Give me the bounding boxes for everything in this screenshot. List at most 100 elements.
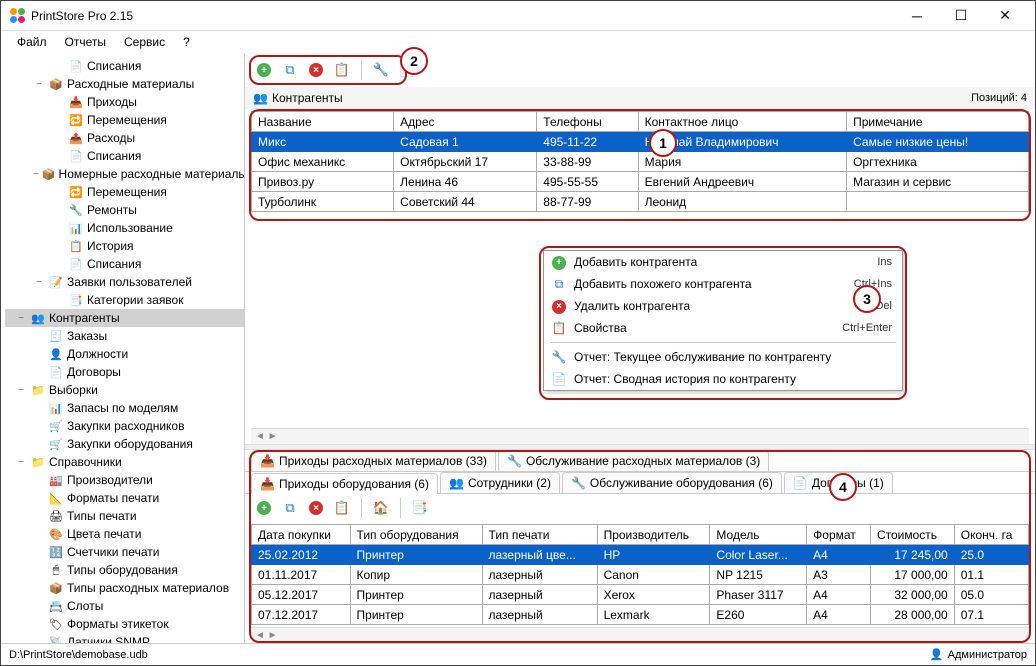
table-row[interactable]: Офис механиксОктябрьский 1733-88-99Мария… xyxy=(252,152,1029,172)
menu-item[interactable]: 📋СвойстваCtrl+Enter xyxy=(544,317,902,339)
menu-item[interactable]: +Добавить контрагентаIns xyxy=(544,251,902,273)
detail-home-button[interactable]: 🏠 xyxy=(370,497,392,519)
table-row[interactable]: 07.12.2017ПринтерлазерныйLexmarkE260A428… xyxy=(252,605,1029,625)
col-header[interactable]: Телефоны xyxy=(537,112,638,132)
tree-item[interactable]: −📁Справочники xyxy=(5,453,244,471)
copy-button[interactable]: ⧉ xyxy=(279,59,301,81)
hscroll-lower[interactable]: ◄ ► xyxy=(251,627,1029,643)
detail-grid[interactable]: Дата покупкиТип оборудованияТип печатиПр… xyxy=(251,524,1029,625)
delete-button[interactable]: × xyxy=(305,59,327,81)
report-service-button[interactable]: 🔧 xyxy=(370,59,392,81)
app-logo-icon xyxy=(9,8,25,24)
tree-item[interactable]: 📑Категории заявок xyxy=(5,291,244,309)
tree-item[interactable]: 🛒Закупки оборудования xyxy=(5,435,244,453)
hscroll-upper[interactable]: ◄ ► xyxy=(251,428,1029,444)
tree-item[interactable]: 🔧Ремонты xyxy=(5,201,244,219)
col-header[interactable]: Дата покупки xyxy=(252,525,351,545)
col-header[interactable]: Оконч. га xyxy=(954,525,1028,545)
tree-item[interactable]: 🔁Перемещения xyxy=(5,111,244,129)
tree-item[interactable]: 📄Списания xyxy=(5,57,244,75)
main-toolbar: + ⧉ × 📋 🔧 📄 xyxy=(245,53,1035,87)
table-row[interactable]: 25.02.2012Принтерлазерный цве...HPColor … xyxy=(252,545,1029,565)
detail-filter-button[interactable]: 📑 xyxy=(409,497,431,519)
close-button[interactable]: ✕ xyxy=(983,2,1027,30)
callout-2: 2 xyxy=(400,47,428,75)
window-title: PrintStore Pro 2.15 xyxy=(31,9,133,23)
menu-item[interactable]: 📄Отчет: Сводная история по контрагенту xyxy=(544,368,902,390)
tree-item[interactable]: 📄Договоры xyxy=(5,363,244,381)
properties-button[interactable]: 📋 xyxy=(331,59,353,81)
contractors-grid[interactable]: НазваниеАдресТелефоныКонтактное лицоПрим… xyxy=(251,111,1029,212)
user-icon: 👤 xyxy=(930,648,944,661)
col-header[interactable]: Тип печати xyxy=(482,525,597,545)
tree-item[interactable]: 📥Приходы xyxy=(5,93,244,111)
tree-item[interactable]: 📄Списания xyxy=(5,147,244,165)
col-header[interactable]: Название xyxy=(252,112,394,132)
tree-item[interactable]: −📁Выборки xyxy=(5,381,244,399)
menu-service[interactable]: Сервис xyxy=(116,33,173,51)
tree-item[interactable]: 👤Должности xyxy=(5,345,244,363)
detail-toolbar: + ⧉ × 📋 🏠 📑 xyxy=(245,494,1035,522)
minimize-button[interactable]: ─ xyxy=(895,2,939,30)
tree-item[interactable]: 🖨Типы печати xyxy=(5,507,244,525)
table-row[interactable]: 01.11.2017КопирлазерныйCanonNP 1215A317 … xyxy=(252,565,1029,585)
tree-item[interactable]: 🧾Заказы xyxy=(5,327,244,345)
tree-item[interactable]: 📋История xyxy=(5,237,244,255)
table-row[interactable]: 05.12.2017ПринтерлазерныйXeroxPhaser 311… xyxy=(252,585,1029,605)
table-row[interactable]: МиксСадовая 1495-11-22Николай Владимиров… xyxy=(252,132,1029,152)
menu-item[interactable]: 🔧Отчет: Текущее обслуживание по контраге… xyxy=(544,346,902,368)
tree-item[interactable]: 📐Форматы печати xyxy=(5,489,244,507)
tab[interactable]: 👥Сотрудники (2) xyxy=(440,472,560,493)
col-header[interactable]: Производитель xyxy=(597,525,710,545)
tree-item[interactable]: 📦Типы расходных материалов xyxy=(5,579,244,597)
menu-file[interactable]: Файл xyxy=(9,33,55,51)
nav-tree[interactable]: 📄Списания−📦Расходные материалы📥Приходы🔁П… xyxy=(1,53,245,643)
tree-item[interactable]: 📊Использование xyxy=(5,219,244,237)
tree-item[interactable]: 🛒Закупки расходников xyxy=(5,417,244,435)
col-header[interactable]: Примечание xyxy=(847,112,1029,132)
tab[interactable]: 🔧Обслуживание расходных материалов (3) xyxy=(498,450,769,471)
tree-item[interactable]: 🏷Форматы этикеток xyxy=(5,615,244,633)
tree-item[interactable]: −📦Номерные расходные материалы xyxy=(5,165,244,183)
add-button[interactable]: + xyxy=(253,59,275,81)
tree-item[interactable]: 📇Слоты xyxy=(5,597,244,615)
tree-item[interactable]: 📡Датчики SNMP xyxy=(5,633,244,643)
detail-delete-button[interactable]: × xyxy=(305,497,327,519)
col-header[interactable]: Модель xyxy=(710,525,807,545)
tree-item[interactable]: −👥Контрагенты xyxy=(5,309,244,327)
tree-item[interactable]: 🖱Типы оборудования xyxy=(5,561,244,579)
table-header-row: НазваниеАдресТелефоныКонтактное лицоПрим… xyxy=(252,112,1029,132)
tree-item[interactable]: −📝Заявки пользователей xyxy=(5,273,244,291)
table-row[interactable]: ТурболинкСоветский 4488-77-99Леонид xyxy=(252,192,1029,212)
detail-copy-button[interactable]: ⧉ xyxy=(279,497,301,519)
menu-item[interactable]: ⧉Добавить похожего контрагентаCtrl+Ins xyxy=(544,273,902,295)
col-header[interactable]: Формат xyxy=(807,525,871,545)
col-header[interactable]: Адрес xyxy=(394,112,537,132)
tree-item[interactable]: 🔁Перемещения xyxy=(5,183,244,201)
detail-add-button[interactable]: + xyxy=(253,497,275,519)
col-header[interactable]: Контактное лицо xyxy=(638,112,846,132)
tree-item[interactable]: 🔢Счетчики печати xyxy=(5,543,244,561)
tree-item[interactable]: 🎨Цвета печати xyxy=(5,525,244,543)
table-row[interactable]: Привоз.руЛенина 46495-55-55Евгений Андре… xyxy=(252,172,1029,192)
tree-item[interactable]: 📄Списания xyxy=(5,255,244,273)
tree-item[interactable]: 🏭Производители xyxy=(5,471,244,489)
tree-item[interactable]: 📤Расходы xyxy=(5,129,244,147)
pane-header: 👥 Контрагенты Позиций: 4 xyxy=(245,87,1035,109)
db-path: D:\PrintStore\demobase.udb xyxy=(9,649,148,661)
detail-props-button[interactable]: 📋 xyxy=(331,497,353,519)
menu-reports[interactable]: Отчеты xyxy=(57,33,114,51)
tree-item[interactable]: 📊Запасы по моделям xyxy=(5,399,244,417)
col-header[interactable]: Стоимость xyxy=(870,525,954,545)
maximize-button[interactable]: ☐ xyxy=(939,2,983,30)
menu-help[interactable]: ? xyxy=(175,33,198,51)
context-menu[interactable]: +Добавить контрагентаIns⧉Добавить похоже… xyxy=(543,250,903,391)
tab[interactable]: 🔧Обслуживание оборудования (6) xyxy=(562,472,782,493)
col-header[interactable]: Тип оборудования xyxy=(350,525,482,545)
menu-item[interactable]: ×Удалить контрагентаDel xyxy=(544,295,902,317)
tab[interactable]: 📥Приходы оборудования (6) xyxy=(251,473,438,494)
detail-tabs-row1: 📥Приходы расходных материалов (33)🔧Обслу… xyxy=(245,450,1035,472)
titlebar: PrintStore Pro 2.15 ─ ☐ ✕ xyxy=(1,1,1035,31)
tree-item[interactable]: −📦Расходные материалы xyxy=(5,75,244,93)
tab[interactable]: 📥Приходы расходных материалов (33) xyxy=(251,450,496,471)
